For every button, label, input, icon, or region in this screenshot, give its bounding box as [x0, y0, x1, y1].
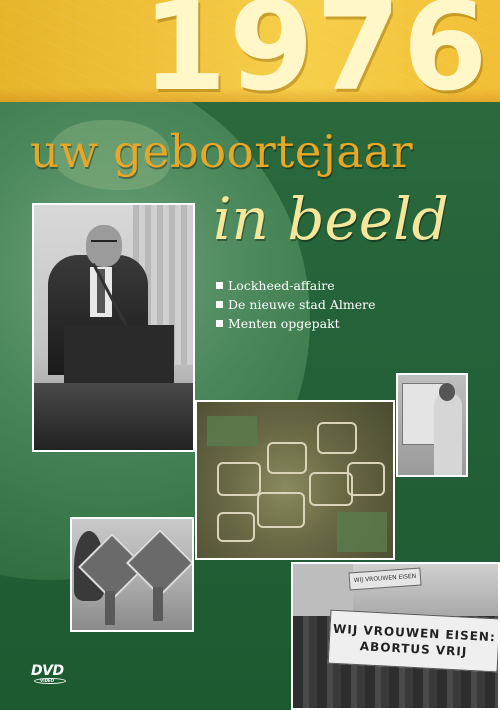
topic-list: Lockheed-affaire De nieuwe stad Almere M… — [216, 276, 375, 333]
topic-item: Menten opgepakt — [216, 314, 375, 333]
cover-title-line1: uw geboortejaar — [30, 125, 414, 178]
bullet-square-icon — [216, 282, 223, 289]
lectern — [64, 325, 174, 385]
bullet-square-icon — [216, 320, 223, 327]
photo-aerial-almere — [195, 400, 395, 560]
photo-cube-houses — [70, 517, 194, 632]
cover-title-line2: in beeld — [213, 185, 449, 253]
office-man — [434, 393, 462, 475]
bullet-square-icon — [216, 301, 223, 308]
aerial-housing-block — [257, 492, 305, 528]
cube-pillar — [153, 587, 163, 621]
dvd-video-logo-icon: DVD VIDEO — [31, 664, 69, 688]
aerial-field — [337, 512, 387, 552]
topic-item: Lockheed-affaire — [216, 276, 375, 295]
protest-small-banner: WIJ VROUWEN EISEN — [348, 567, 422, 591]
protest-banner: WIJ VROUWEN EISEN: ABORTUS VRIJ — [327, 609, 498, 673]
photo-speaker-at-lectern — [32, 203, 195, 452]
aerial-field — [207, 416, 257, 446]
office-man-head — [439, 383, 455, 401]
aerial-housing-block — [317, 422, 357, 454]
desk — [34, 383, 193, 450]
topic-label: De nieuwe stad Almere — [228, 297, 376, 312]
aerial-housing-block — [217, 462, 261, 496]
aerial-housing-block — [347, 462, 385, 496]
aerial-housing-block — [267, 442, 307, 474]
topic-label: Menten opgepakt — [228, 316, 340, 331]
aerial-housing-block — [217, 512, 255, 542]
dvd-logo-text: DVD — [31, 663, 64, 679]
dvd-cover: 1976 uw geboortejaar in beeld Lockheed-a… — [0, 0, 500, 710]
topic-item: De nieuwe stad Almere — [216, 295, 375, 314]
dvd-logo-sub: VIDEO — [40, 678, 55, 683]
photo-protest-march: WIJ VROUWEN EISEN WIJ VROUWEN EISEN: ABO… — [291, 562, 500, 710]
photo-man-at-board — [396, 373, 468, 477]
cube-pillar — [105, 591, 115, 625]
cover-year: 1976 — [142, 0, 490, 118]
topic-label: Lockheed-affaire — [228, 278, 335, 293]
speaker-glasses — [91, 240, 117, 248]
